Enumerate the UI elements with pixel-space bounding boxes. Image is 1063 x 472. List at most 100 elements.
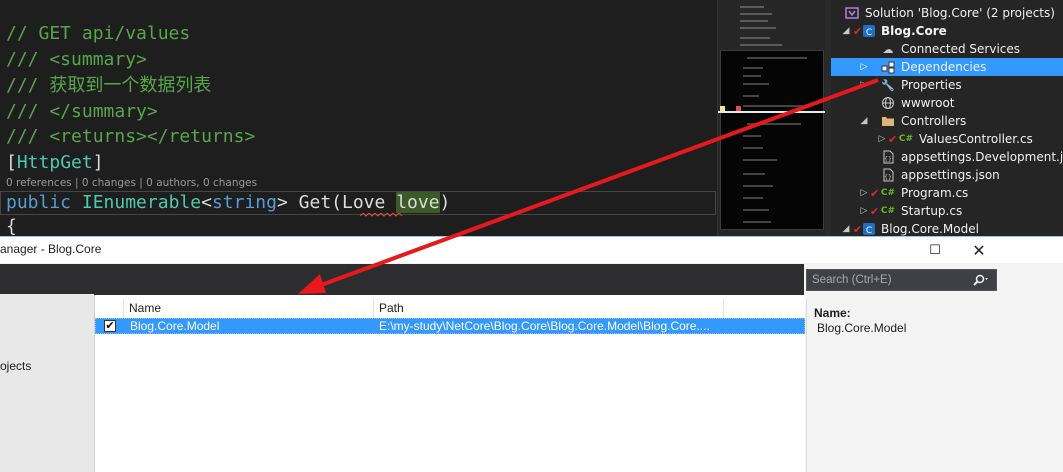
minimap-viewport [720,50,824,230]
type-ienumerable: IEnumerable [81,192,202,213]
nav-item-projects[interactable]: ojects [0,359,31,373]
tree-item-label: ValuesController.cs [919,132,1033,146]
collapse-arrow-icon[interactable]: ◢ [841,26,851,36]
json-file-icon: {} [881,168,895,182]
keyword-public: public [6,192,72,213]
minimap-caret-line [718,111,826,113]
generic-open: < [201,192,212,213]
git-check-icon: ✔ [853,222,863,236]
collapse-arrow-icon[interactable]: ◢ [859,116,869,126]
reference-checkbox[interactable]: ✔ [104,320,116,332]
search-input[interactable]: Search (Ctrl+E) [806,269,997,291]
column-check [95,298,124,318]
column-path[interactable]: Path [374,298,724,318]
git-check-icon: ✔ [853,24,863,38]
attr-name: HttpGet [16,152,93,173]
connected-services-icon: ☁ [882,42,894,56]
globe-icon [881,96,895,110]
collapse-arrow-icon[interactable]: ◢ [841,224,851,234]
code-attribute-line: [HttpGet] [6,151,104,175]
close-button[interactable]: ✕ [962,237,996,263]
minimap-error-marker [736,106,741,111]
table-row[interactable]: ✔ Blog.Core.Model E:\my-study\NetCore\Bl… [95,318,805,334]
csharp-file-icon: C# [880,188,896,198]
details-pane: Name: Blog.Core.Model [806,299,1063,472]
search-placeholder: Search (Ctrl+E) [812,274,892,286]
expand-arrow-icon[interactable]: ▷ [859,188,869,198]
expand-arrow-icon[interactable]: ▷ [859,80,869,90]
code-doc-comment-line: /// 获取到一个数据列表 [6,75,212,96]
tree-item-label: appsettings.json [901,168,1000,182]
wrench-icon: 🔧 [881,78,895,92]
row-path: E:\my-study\NetCore\Blog.Core\Blog.Core.… [379,319,710,333]
tree-item-startup[interactable]: ▷ ✔ C# Startup.cs [831,202,1063,220]
reference-grid: Name Path ✔ Blog.Core.Model E:\my-study\… [94,295,805,472]
method-get: > Get(Love [276,192,397,213]
dialog-titlebar[interactable]: anager - Blog.Core ☐ ✕ [0,237,1063,263]
keyword-string: string [211,192,277,213]
code-doc-comment-line: /// <summary> [6,49,147,70]
dialog-title: anager - Blog.Core [0,242,102,256]
reference-manager-dialog: anager - Blog.Core ☐ ✕ ojects Search (Ct… [0,236,1063,472]
tree-item-values-controller[interactable]: ▷ ✔ C# ValuesController.cs [831,130,1063,148]
csharp-file-icon: C# [898,134,914,144]
column-name[interactable]: Name [124,298,374,318]
tree-item-connected-services[interactable]: ☁ Connected Services [831,40,1063,58]
tree-item-label: Solution 'Blog.Core' (2 projects) [865,6,1055,20]
details-name-label: Name: [814,306,851,320]
row-name: Blog.Core.Model [130,319,220,333]
tree-item-controllers[interactable]: ◢ Controllers [831,112,1063,130]
csharp-project-icon: C [862,222,876,236]
tree-item-blog-core[interactable]: ◢ ✔ C Blog.Core [831,22,1063,40]
expand-arrow-icon[interactable]: ▷ [859,206,869,216]
svg-text:C: C [866,28,872,38]
solution-icon [845,6,859,20]
csharp-file-icon: C# [880,206,896,216]
svg-text:{}: {} [884,156,892,163]
attr-close-bracket: ] [92,152,104,173]
code-method-signature-line: public IEnumerable<string> Get(Love love… [6,191,450,215]
code-editor[interactable]: // GET api/values /// <summary> /// 获取到一… [0,0,720,236]
solution-explorer: Solution 'Blog.Core' (2 projects) ◢ ✔ C … [831,0,1063,236]
tree-item-solution[interactable]: Solution 'Blog.Core' (2 projects) [831,4,1063,22]
code-brace-line: { [6,216,17,236]
dialog-toolbar [94,264,804,295]
tree-item-program[interactable]: ▷ ✔ C# Program.cs [831,184,1063,202]
expand-arrow-icon[interactable]: ▷ [859,62,869,72]
tree-item-label: appsettings.Development.json [901,150,1063,164]
svg-text:C: C [866,226,872,236]
git-check-icon: ✔ [870,186,880,200]
tree-item-label: Controllers [901,114,967,128]
git-check-icon: ✔ [870,204,880,218]
paren-close: ) [439,192,451,213]
codelens-info[interactable]: 0 references | 0 changes | 0 authors, 0 … [6,177,257,189]
code-comment-line: // GET api/values [6,23,191,44]
search-icon[interactable] [968,270,996,290]
tree-item-appsettings-development[interactable]: {} appsettings.Development.json [831,148,1063,166]
expand-arrow-icon[interactable]: ▷ [877,134,887,144]
error-squiggle [360,213,403,217]
tree-item-label: Program.cs [901,186,969,200]
tree-item-appsettings[interactable]: {} appsettings.json [831,166,1063,184]
code-minimap[interactable] [717,0,826,236]
details-name-value: Blog.Core.Model [817,321,907,335]
csharp-project-icon: C [862,24,876,38]
tree-item-properties[interactable]: ▷ 🔧 Properties [831,76,1063,94]
grid-header: Name Path [95,298,805,319]
maximize-button[interactable]: ☐ [918,237,952,263]
left-nav-header [0,264,94,294]
attr-open-bracket: [ [6,152,17,173]
code-doc-comment-line: /// <returns></returns> [6,126,256,147]
dialog-left-nav: ojects [0,264,94,472]
git-check-icon: ✔ [888,132,898,146]
json-file-icon: {} [881,150,895,164]
tree-item-dependencies[interactable]: ▷ Dependencies [831,58,1063,76]
tree-item-blog-core-model[interactable]: ◢ ✔ C Blog.Core.Model [831,220,1063,236]
tree-item-label: Connected Services [901,42,1021,56]
tree-item-label: Startup.cs [901,204,963,218]
code-doc-comment-line: /// </summary> [6,101,158,122]
tree-item-wwwroot[interactable]: wwwroot [831,94,1063,112]
highlighted-parameter: love [396,192,440,213]
dependencies-icon [881,60,895,74]
tree-item-label: Dependencies [901,60,987,74]
